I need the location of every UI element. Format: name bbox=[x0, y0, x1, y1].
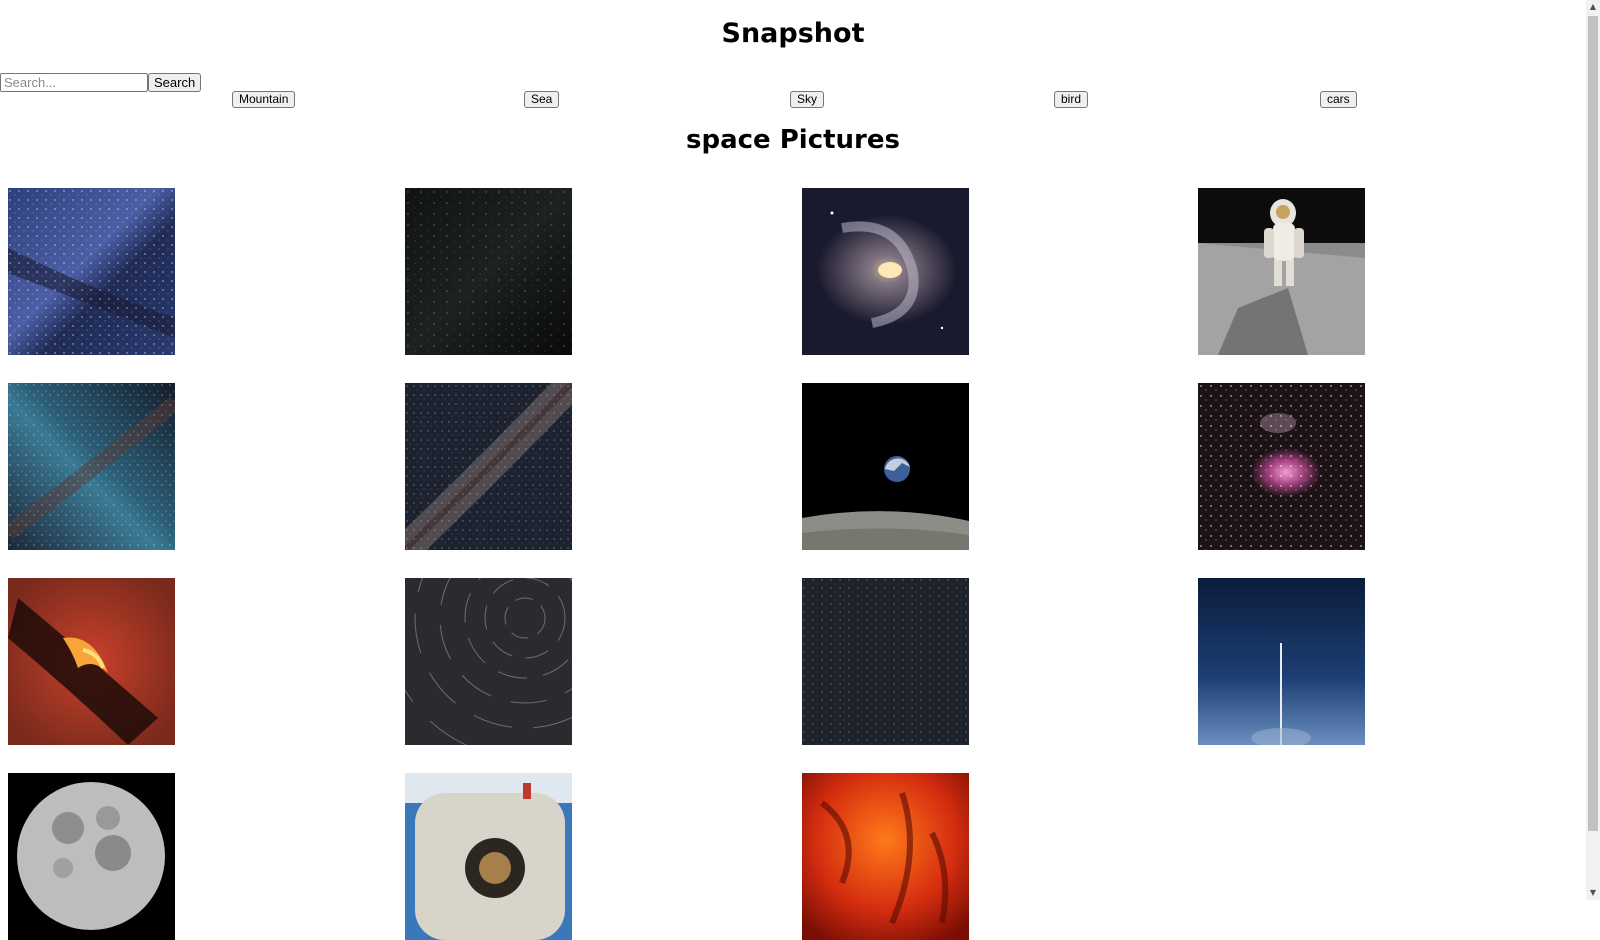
gallery-image-full-moon[interactable] bbox=[8, 773, 175, 940]
gallery-image-teal-milky-way[interactable] bbox=[8, 383, 175, 550]
category-sea-button[interactable]: Sea bbox=[524, 91, 560, 108]
gallery-image-dark-starfield[interactable] bbox=[405, 188, 572, 355]
gallery-image-astronaut-moon[interactable] bbox=[1198, 188, 1365, 355]
gallery-image-red-nebula[interactable] bbox=[802, 773, 969, 940]
search-button[interactable]: Search bbox=[148, 73, 202, 92]
search-input[interactable] bbox=[0, 73, 148, 92]
gallery-image-orion-nebula[interactable] bbox=[1198, 383, 1365, 550]
gallery-image-milky-way-band[interactable] bbox=[405, 383, 572, 550]
category-cars-button[interactable]: cars bbox=[1320, 91, 1357, 108]
category-sky-button[interactable]: Sky bbox=[790, 91, 825, 108]
gallery-image-night-starfield[interactable] bbox=[802, 578, 969, 745]
scroll-up-arrow-icon[interactable]: ▲ bbox=[1586, 0, 1600, 14]
gallery-image-milky-way[interactable] bbox=[8, 188, 175, 355]
gallery-heading: space Pictures bbox=[686, 125, 900, 155]
gallery-image-fiery-nebula[interactable] bbox=[8, 578, 175, 745]
gallery-image-spiral-galaxy[interactable] bbox=[802, 188, 969, 355]
gallery-image-earthrise[interactable] bbox=[802, 383, 969, 550]
scrollbar-thumb[interactable] bbox=[1588, 16, 1598, 831]
gallery-image-astronaut-spacewalk[interactable] bbox=[405, 773, 572, 940]
gallery-image-star-trails[interactable] bbox=[405, 578, 572, 745]
app-title: Snapshot bbox=[721, 18, 865, 49]
category-mountain-button[interactable]: Mountain bbox=[232, 91, 296, 108]
scroll-down-arrow-icon[interactable]: ▼ bbox=[1586, 886, 1600, 900]
gallery-image-rocket-launch[interactable] bbox=[1198, 578, 1365, 745]
page-scrollbar[interactable]: ▲ ▼ bbox=[1586, 0, 1600, 900]
category-bird-button[interactable]: bird bbox=[1054, 91, 1089, 108]
